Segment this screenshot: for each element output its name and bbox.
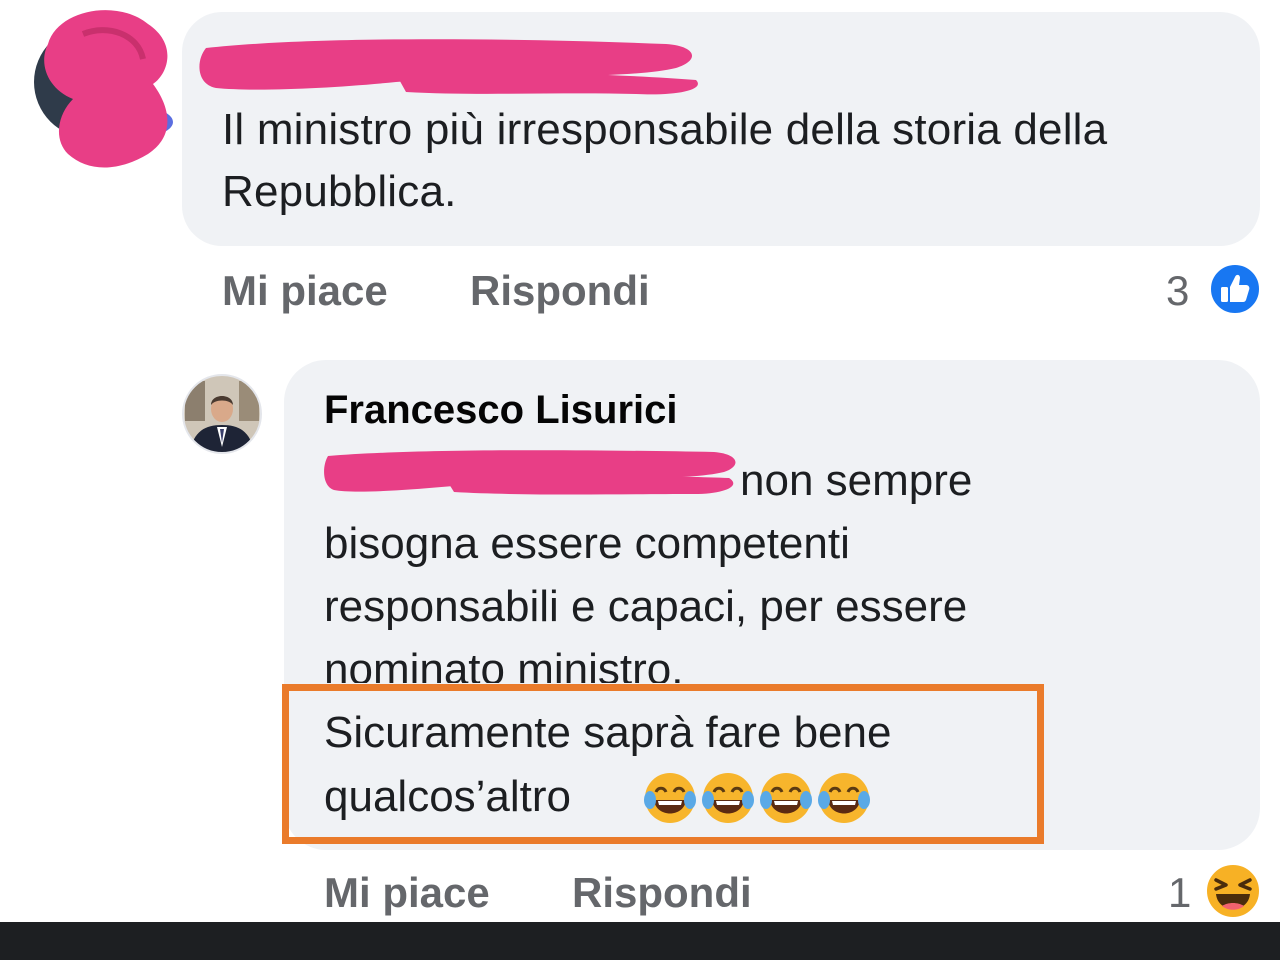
- like-button[interactable]: Mi piace: [222, 266, 388, 316]
- redacted-avatar: [28, 4, 178, 174]
- tears-of-joy-emoji-row: [642, 770, 882, 826]
- haha-icon[interactable]: [1204, 862, 1262, 920]
- comment-text: Il ministro più irresponsabile della sto…: [222, 105, 1108, 216]
- reply-text-line: responsabili e capaci, per essere: [324, 582, 968, 631]
- reply-button[interactable]: Rispondi: [470, 266, 650, 316]
- like-icon[interactable]: [1208, 262, 1262, 316]
- highlighted-text-line: Sicuramente saprà fare bene: [324, 708, 892, 757]
- redacted-author-name: [196, 30, 706, 102]
- highlighted-text-line: qualcos’altro: [324, 772, 572, 821]
- reply-text-line: bisogna essere competenti: [324, 519, 850, 568]
- tears-of-joy-icon: [642, 771, 698, 825]
- redacted-mention: [324, 446, 744, 498]
- tears-of-joy-icon: [816, 771, 872, 825]
- reaction-count: 3: [1166, 267, 1190, 314]
- reply-text-line: non sempre: [740, 456, 973, 505]
- bottom-bar: [0, 922, 1280, 960]
- reaction-count: 1: [1168, 869, 1192, 916]
- reply-author-name[interactable]: Francesco Lisurici: [324, 384, 677, 436]
- tears-of-joy-icon: [700, 771, 756, 825]
- tears-of-joy-icon: [758, 771, 814, 825]
- reply-text-line: nominato ministro.: [324, 645, 684, 683]
- avatar[interactable]: [181, 373, 263, 455]
- reply-button[interactable]: Rispondi: [572, 868, 752, 918]
- like-button[interactable]: Mi piace: [324, 868, 490, 918]
